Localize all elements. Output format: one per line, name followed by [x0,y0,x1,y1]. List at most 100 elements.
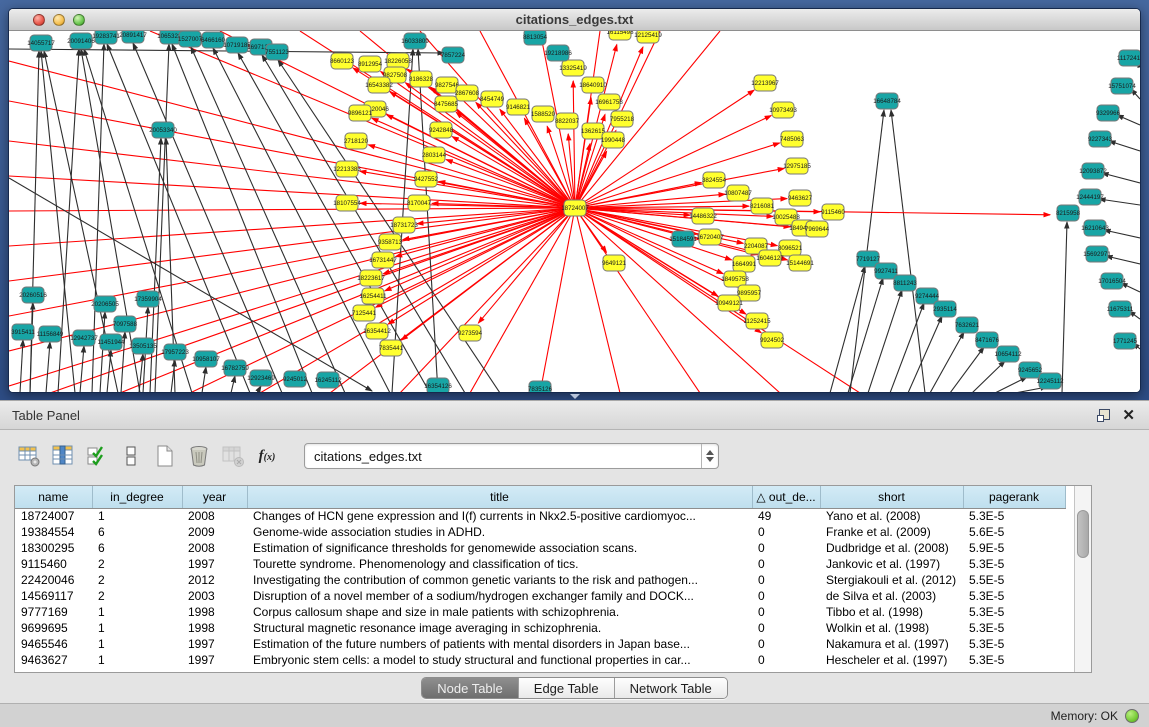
table-cell[interactable]: Nakamura et al. (1997) [820,636,963,652]
table-cell[interactable]: Disruption of a novel member of a sodium… [247,588,752,604]
table-cell[interactable]: 19384554 [15,524,92,540]
select-rows-icon[interactable] [82,442,112,470]
column-header-title[interactable]: title [247,486,752,508]
table-cell[interactable]: 0 [752,604,820,620]
table-cell[interactable]: Tourette syndrome. Phenomenology and cla… [247,556,752,572]
table-cell[interactable]: Tibbo et al. (1998) [820,604,963,620]
close-panel-icon[interactable]: ✕ [1122,409,1135,422]
delete-table-icon[interactable] [184,442,214,470]
column-header-year[interactable]: year [182,486,247,508]
table-cell[interactable]: 5.5E-5 [963,572,1065,588]
table-cell[interactable]: Franke et al. (2009) [820,524,963,540]
close-window-button[interactable] [33,14,45,26]
table-cell[interactable]: 49 [752,508,820,524]
table-cell[interactable]: 1 [92,604,182,620]
table-cell[interactable]: 0 [752,636,820,652]
table-cell[interactable]: Hescheler et al. (1997) [820,652,963,668]
table-cell[interactable]: Estimation of the future numbers of pati… [247,636,752,652]
column-header-name[interactable]: name [15,486,92,508]
delete-column-icon[interactable] [218,442,248,470]
table-cell[interactable]: 2 [92,588,182,604]
new-file-icon[interactable] [150,442,180,470]
table-cell[interactable]: Estimation of significance thresholds fo… [247,540,752,556]
function-builder-icon[interactable]: f(x) [252,442,282,470]
table-cell[interactable]: 9115460 [15,556,92,572]
table-cell[interactable]: 1 [92,508,182,524]
table-cell[interactable]: 1998 [182,604,247,620]
insert-column-icon[interactable] [48,442,78,470]
table-row[interactable]: 911546021997Tourette syndrome. Phenomeno… [15,556,1065,572]
table-cell[interactable]: 14569117 [15,588,92,604]
table-cell[interactable]: 5.3E-5 [963,556,1065,572]
table-cell[interactable]: 9699695 [15,620,92,636]
column-header-short[interactable]: short [820,486,963,508]
table-cell[interactable]: 22420046 [15,572,92,588]
table-cell[interactable]: Stergiakouli et al. (2012) [820,572,963,588]
table-cell[interactable]: 2 [92,556,182,572]
table-cell[interactable]: Embryonic stem cells: a model to study s… [247,652,752,668]
table-row[interactable]: 2242004622012Investigating the contribut… [15,572,1065,588]
table-row[interactable]: 1830029562008Estimation of significance … [15,540,1065,556]
column-header-in_degree[interactable]: in_degree [92,486,182,508]
table-cell[interactable]: 2003 [182,588,247,604]
float-panel-icon[interactable] [1097,409,1110,422]
table-cell[interactable]: Dudbridge et al. (2008) [820,540,963,556]
table-cell[interactable]: 0 [752,556,820,572]
table-cell[interactable]: Jankovic et al. (1997) [820,556,963,572]
table-cell[interactable]: 1 [92,620,182,636]
table-cell[interactable]: 0 [752,588,820,604]
table-cell[interactable]: 5.3E-5 [963,652,1065,668]
table-row[interactable]: 969969511998Structural magnetic resonanc… [15,620,1065,636]
table-cell[interactable]: 1997 [182,556,247,572]
table-cell[interactable]: 2008 [182,508,247,524]
splitter-handle[interactable] [570,394,580,399]
table-cell[interactable]: 5.3E-5 [963,636,1065,652]
table-cell[interactable]: 0 [752,652,820,668]
table-cell[interactable]: 6 [92,540,182,556]
table-cell[interactable]: Wolkin et al. (1998) [820,620,963,636]
table-cell[interactable]: 5.9E-5 [963,540,1065,556]
table-cell[interactable]: 9463627 [15,652,92,668]
row-options-icon[interactable] [116,442,146,470]
table-cell[interactable]: 1997 [182,652,247,668]
table-select-dropdown[interactable]: citations_edges.txt [304,443,719,469]
table-cell[interactable]: 0 [752,524,820,540]
network-canvas[interactable]: 8660123891295418226058982750816543382818… [9,31,1140,392]
tab-edge-table[interactable]: Edge Table [519,678,615,698]
table-cell[interactable]: 1 [92,652,182,668]
tab-node-table[interactable]: Node Table [422,678,519,698]
table-cell[interactable]: 9465546 [15,636,92,652]
table-row[interactable]: 977716911998Corpus callosum shape and si… [15,604,1065,620]
table-cell[interactable]: Investigating the contribution of common… [247,572,752,588]
table-cell[interactable]: 1998 [182,620,247,636]
scrollbar-thumb[interactable] [1077,510,1089,558]
table-cell[interactable]: 2008 [182,540,247,556]
table-cell[interactable]: 5.6E-5 [963,524,1065,540]
table-cell[interactable]: 2009 [182,524,247,540]
table-cell[interactable]: Changes of HCN gene expression and I(f) … [247,508,752,524]
table-cell[interactable]: 6 [92,524,182,540]
table-cell[interactable]: 0 [752,540,820,556]
table-cell[interactable]: Genome-wide association studies in ADHD. [247,524,752,540]
table-settings-icon[interactable] [14,442,44,470]
column-header-pagerank[interactable]: pagerank [963,486,1065,508]
tab-network-table[interactable]: Network Table [615,678,727,698]
table-cell[interactable]: 0 [752,572,820,588]
table-cell[interactable]: 18724007 [15,508,92,524]
table-scrollbar[interactable] [1074,486,1091,672]
table-cell[interactable]: 18300295 [15,540,92,556]
table-cell[interactable]: 1997 [182,636,247,652]
table-cell[interactable]: Corpus callosum shape and size in male p… [247,604,752,620]
minimize-window-button[interactable] [53,14,65,26]
table-cell[interactable]: 5.3E-5 [963,508,1065,524]
table-cell[interactable]: Yano et al. (2008) [820,508,963,524]
table-row[interactable]: 1938455462009Genome-wide association stu… [15,524,1065,540]
network-graph-svg[interactable]: 8660123891295418226058982750816543382818… [9,31,1140,393]
table-row[interactable]: 1872400712008Changes of HCN gene express… [15,508,1065,524]
table-cell[interactable]: 5.3E-5 [963,604,1065,620]
table-cell[interactable]: de Silva et al. (2003) [820,588,963,604]
node-table-grid[interactable]: namein_degreeyeartitle△ out_de...shortpa… [15,486,1066,668]
table-cell[interactable]: 9777169 [15,604,92,620]
table-cell[interactable]: 2012 [182,572,247,588]
table-row[interactable]: 946554611997Estimation of the future num… [15,636,1065,652]
